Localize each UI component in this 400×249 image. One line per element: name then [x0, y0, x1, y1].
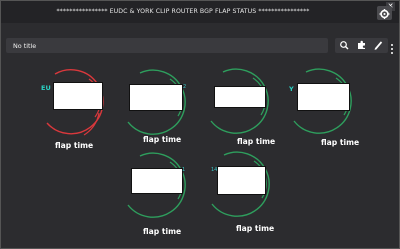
flap-time-label: flap time — [143, 135, 182, 144]
kebab-menu-icon — [391, 44, 393, 54]
flap-gauge-eudc[interactable]: EU — [37, 65, 109, 143]
edit-button[interactable] — [370, 38, 387, 53]
gauge-value-box — [131, 168, 183, 194]
flap-time-label: flap time — [143, 227, 182, 236]
search-icon — [340, 41, 349, 50]
panel-title: **************** EUDC & YORK CLIP ROUTER… — [56, 8, 310, 15]
flap-time-label: flap time — [321, 138, 360, 147]
panel-title-bar: **************** EUDC & YORK CLIP ROUTER… — [1, 1, 399, 23]
tool-button-group — [335, 38, 388, 53]
gauge-value-box — [53, 82, 103, 110]
title-field[interactable]: No title — [6, 38, 328, 53]
flap-gauge-14[interactable]: 14 — [204, 148, 276, 226]
gauge-label: EU — [41, 84, 51, 92]
puzzle-button[interactable] — [353, 38, 370, 53]
gauge-value-box — [214, 86, 266, 108]
pencil-icon — [374, 41, 383, 50]
search-button[interactable] — [336, 38, 353, 53]
gear-icon — [379, 9, 390, 19]
gauge-number: 1 — [182, 167, 186, 173]
gauge-value-box — [297, 83, 350, 111]
title-field-value: No title — [13, 42, 37, 50]
flap-time-label: flap time — [237, 137, 276, 146]
gauge-value-box — [217, 166, 266, 195]
flap-gauge-1[interactable]: 1 — [120, 149, 192, 227]
more-menu-button[interactable] — [390, 40, 394, 54]
gauge-value-box — [129, 84, 183, 111]
puzzle-icon — [358, 40, 365, 49]
flap-time-label: flap time — [236, 224, 275, 233]
gauge-number: 2 — [183, 84, 187, 90]
flap-time-label: flap time — [55, 141, 94, 150]
settings-button[interactable] — [377, 6, 392, 20]
gauge-label: Y — [289, 85, 294, 93]
flap-gauge-2[interactable]: 2 — [120, 66, 192, 144]
flap-gauge-3[interactable] — [203, 65, 275, 143]
flap-gauge-york[interactable]: Y — [286, 65, 358, 143]
panel-toolbar: No title — [6, 38, 394, 54]
dashboard-panel: **************** EUDC & YORK CLIP ROUTER… — [0, 0, 400, 249]
gauge-number: 14 — [211, 167, 218, 173]
